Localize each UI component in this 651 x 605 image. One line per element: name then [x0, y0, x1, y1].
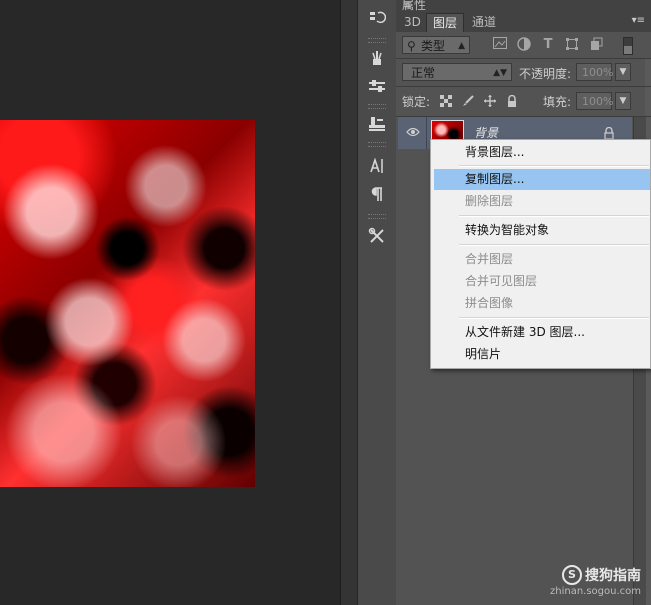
- lock-position-move-icon[interactable]: [484, 95, 496, 107]
- menu-separator: [459, 165, 649, 167]
- menu-item-convert-smart-object[interactable]: 转换为智能对象: [434, 220, 650, 241]
- filter-toggle-switch[interactable]: [623, 37, 633, 55]
- lock-all-icon[interactable]: [506, 94, 518, 107]
- smart-object-filter-icon[interactable]: [588, 37, 604, 53]
- menu-item-merge-visible[interactable]: 合并可见图层: [434, 271, 650, 292]
- blend-mode-dropdown[interactable]: 正常 ▲▼: [402, 63, 512, 81]
- search-icon: ⚲: [407, 39, 416, 53]
- menu-separator: [459, 317, 649, 319]
- panel-tab-row: 3D 图层 通道 ▾≡: [396, 12, 651, 33]
- panel-tool-strip: [357, 0, 397, 605]
- watermark-url: zhinan.sogou.com: [549, 586, 641, 597]
- menu-item-new-3d-layer-from-file[interactable]: 从文件新建 3D 图层...: [434, 322, 650, 343]
- tool-presets-icon[interactable]: [362, 222, 392, 250]
- adjustment-filter-icon[interactable]: [516, 37, 532, 53]
- watermark: S 搜狗指南 zhinan.sogou.com: [550, 565, 641, 597]
- fill-label: 填充:: [543, 95, 572, 109]
- tool-grip: [368, 38, 386, 43]
- blend-mode-value: 正常: [411, 66, 436, 80]
- chevron-down-icon: ▲: [458, 41, 465, 51]
- opacity-slider-toggle[interactable]: ▼: [615, 63, 631, 81]
- watermark-brand: 搜狗指南: [585, 568, 641, 584]
- pixel-filter-icon[interactable]: [492, 37, 508, 53]
- type-filter-icon[interactable]: T: [540, 37, 556, 53]
- properties-menu-icon[interactable]: ≡: [402, 0, 645, 11]
- tab-3d[interactable]: 3D: [398, 13, 427, 32]
- brush-preset-icon[interactable]: [362, 44, 392, 72]
- opacity-label: 不透明度:: [519, 67, 572, 81]
- opacity-input[interactable]: 100%: [576, 63, 613, 81]
- properties-header: 属性 ≡: [396, 0, 651, 12]
- fill-input[interactable]: 100%: [576, 92, 613, 110]
- character-icon[interactable]: [362, 152, 392, 180]
- menu-item-flatten-image[interactable]: 拼合图像: [434, 293, 650, 314]
- lock-image-brush-icon[interactable]: [462, 95, 474, 107]
- panel-gutter: [340, 0, 357, 605]
- tab-layers[interactable]: 图层: [426, 13, 465, 33]
- chevron-down-icon: ▲▼: [493, 68, 507, 78]
- filter-kind-value: 类型: [421, 39, 446, 53]
- menu-item-duplicate-layer[interactable]: 复制图层...: [434, 169, 650, 190]
- tool-grip: [368, 104, 386, 109]
- layer-context-menu: 背景图层... 复制图层... 删除图层 转换为智能对象 合并图层 合并可见图层…: [430, 139, 651, 369]
- filter-kind-dropdown[interactable]: ⚲ 类型 ▲: [402, 36, 470, 54]
- fill-slider-toggle[interactable]: ▼: [615, 92, 631, 110]
- watermark-logo: S 搜狗指南: [550, 565, 641, 585]
- blend-opacity-row: 正常 ▲▼ 不透明度: 100% ▼: [396, 58, 651, 87]
- clone-source-icon[interactable]: [362, 110, 392, 138]
- brush-settings-icon[interactable]: [362, 72, 392, 100]
- menu-separator: [459, 215, 649, 217]
- document-image[interactable]: [0, 120, 255, 487]
- lock-transparent-icon[interactable]: [440, 95, 452, 107]
- tool-grip: [368, 142, 386, 147]
- menu-item-delete-layer[interactable]: 删除图层: [434, 191, 650, 212]
- tool-grip: [368, 214, 386, 219]
- history-icon[interactable]: [362, 4, 392, 32]
- lock-label: 锁定:: [402, 95, 431, 109]
- paragraph-icon[interactable]: [362, 180, 392, 208]
- menu-item-background-layer[interactable]: 背景图层...: [434, 142, 650, 163]
- menu-item-postcard[interactable]: 明信片: [434, 344, 650, 365]
- menu-item-merge-layers[interactable]: 合并图层: [434, 249, 650, 270]
- panel-menu-icon[interactable]: ▾≡: [632, 15, 645, 26]
- visibility-eye-icon[interactable]: [406, 126, 420, 140]
- layer-row-divider: [426, 117, 427, 149]
- tab-channels[interactable]: 通道: [466, 13, 502, 32]
- lock-row: 锁定: 填充: 100% ▼: [396, 86, 651, 117]
- sogou-logo-icon: S: [562, 565, 582, 585]
- shape-filter-icon[interactable]: [564, 37, 580, 53]
- menu-separator: [459, 244, 649, 246]
